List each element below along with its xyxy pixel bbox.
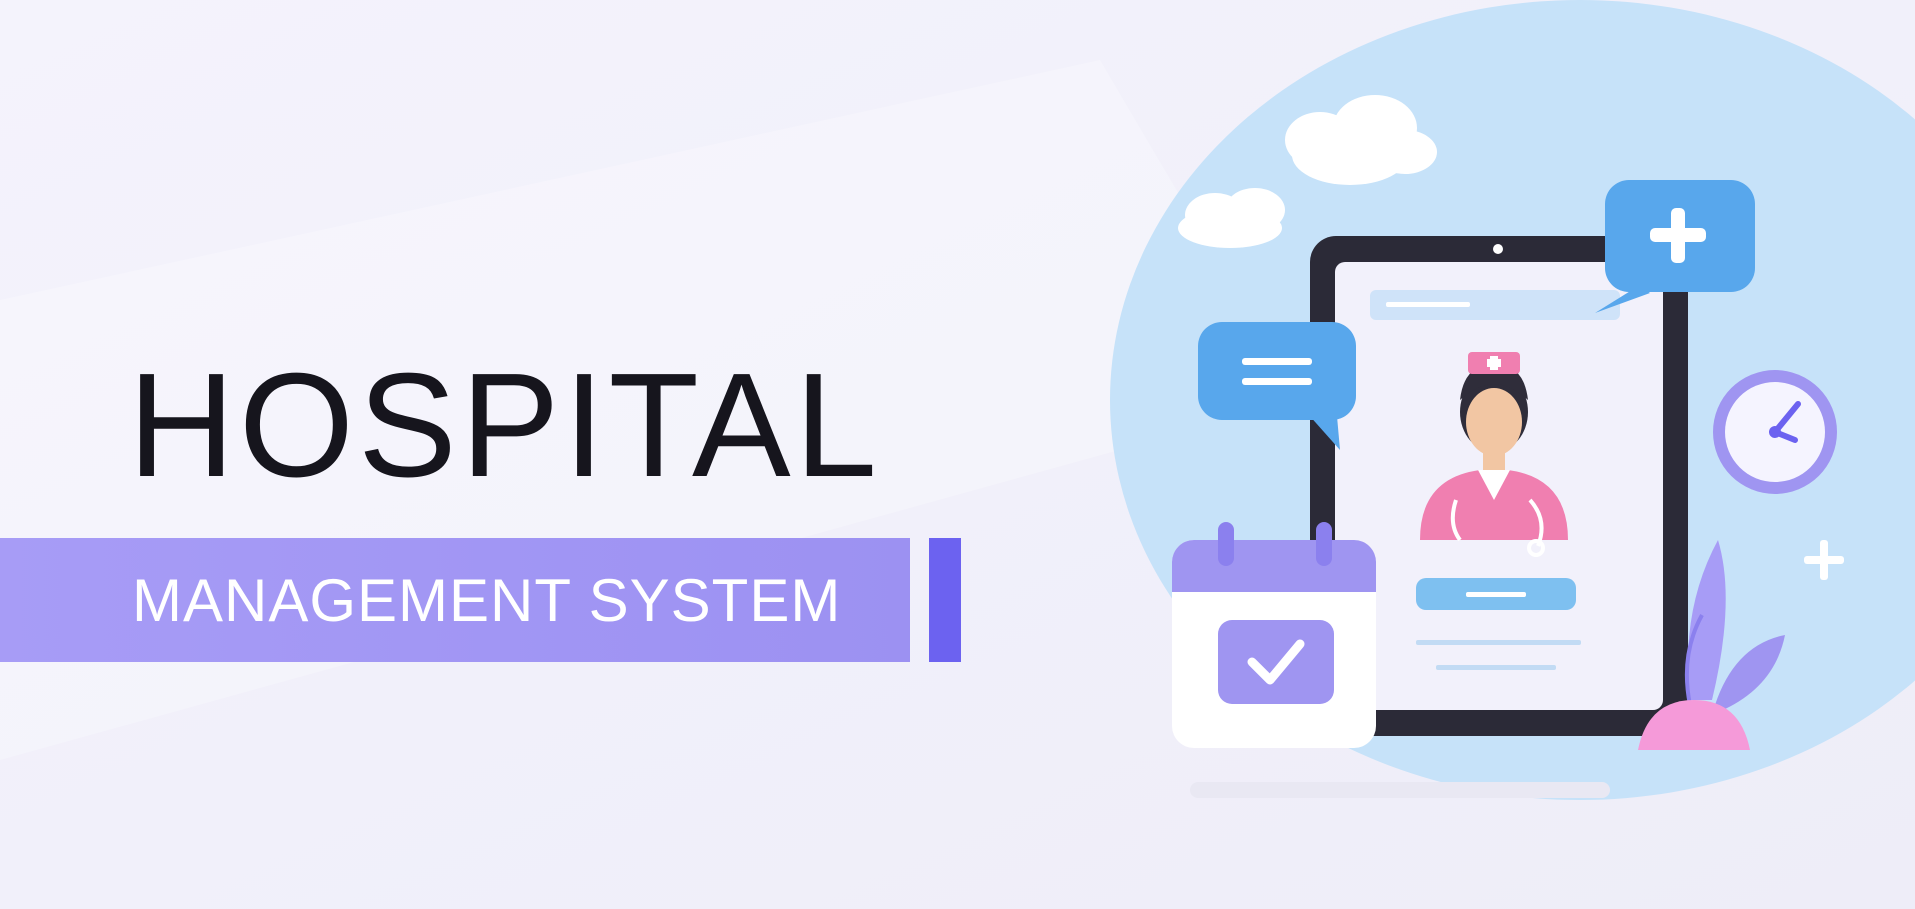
clock-icon: [1713, 370, 1837, 494]
calendar-icon: [1172, 522, 1376, 748]
cloud-icon: [1178, 188, 1285, 248]
banner-accent-bar: [929, 538, 961, 662]
subtitle-text: MANAGEMENT SYSTEM: [132, 566, 842, 634]
hospital-illustration: [1172, 95, 1844, 798]
sparkle-plus-icon: [1804, 540, 1844, 580]
cloud-icon: [1285, 95, 1437, 185]
chat-bubble-icon: [1198, 322, 1356, 450]
page-title: HOSPITAL: [128, 343, 881, 508]
subtitle-banner: MANAGEMENT SYSTEM: [0, 538, 910, 662]
